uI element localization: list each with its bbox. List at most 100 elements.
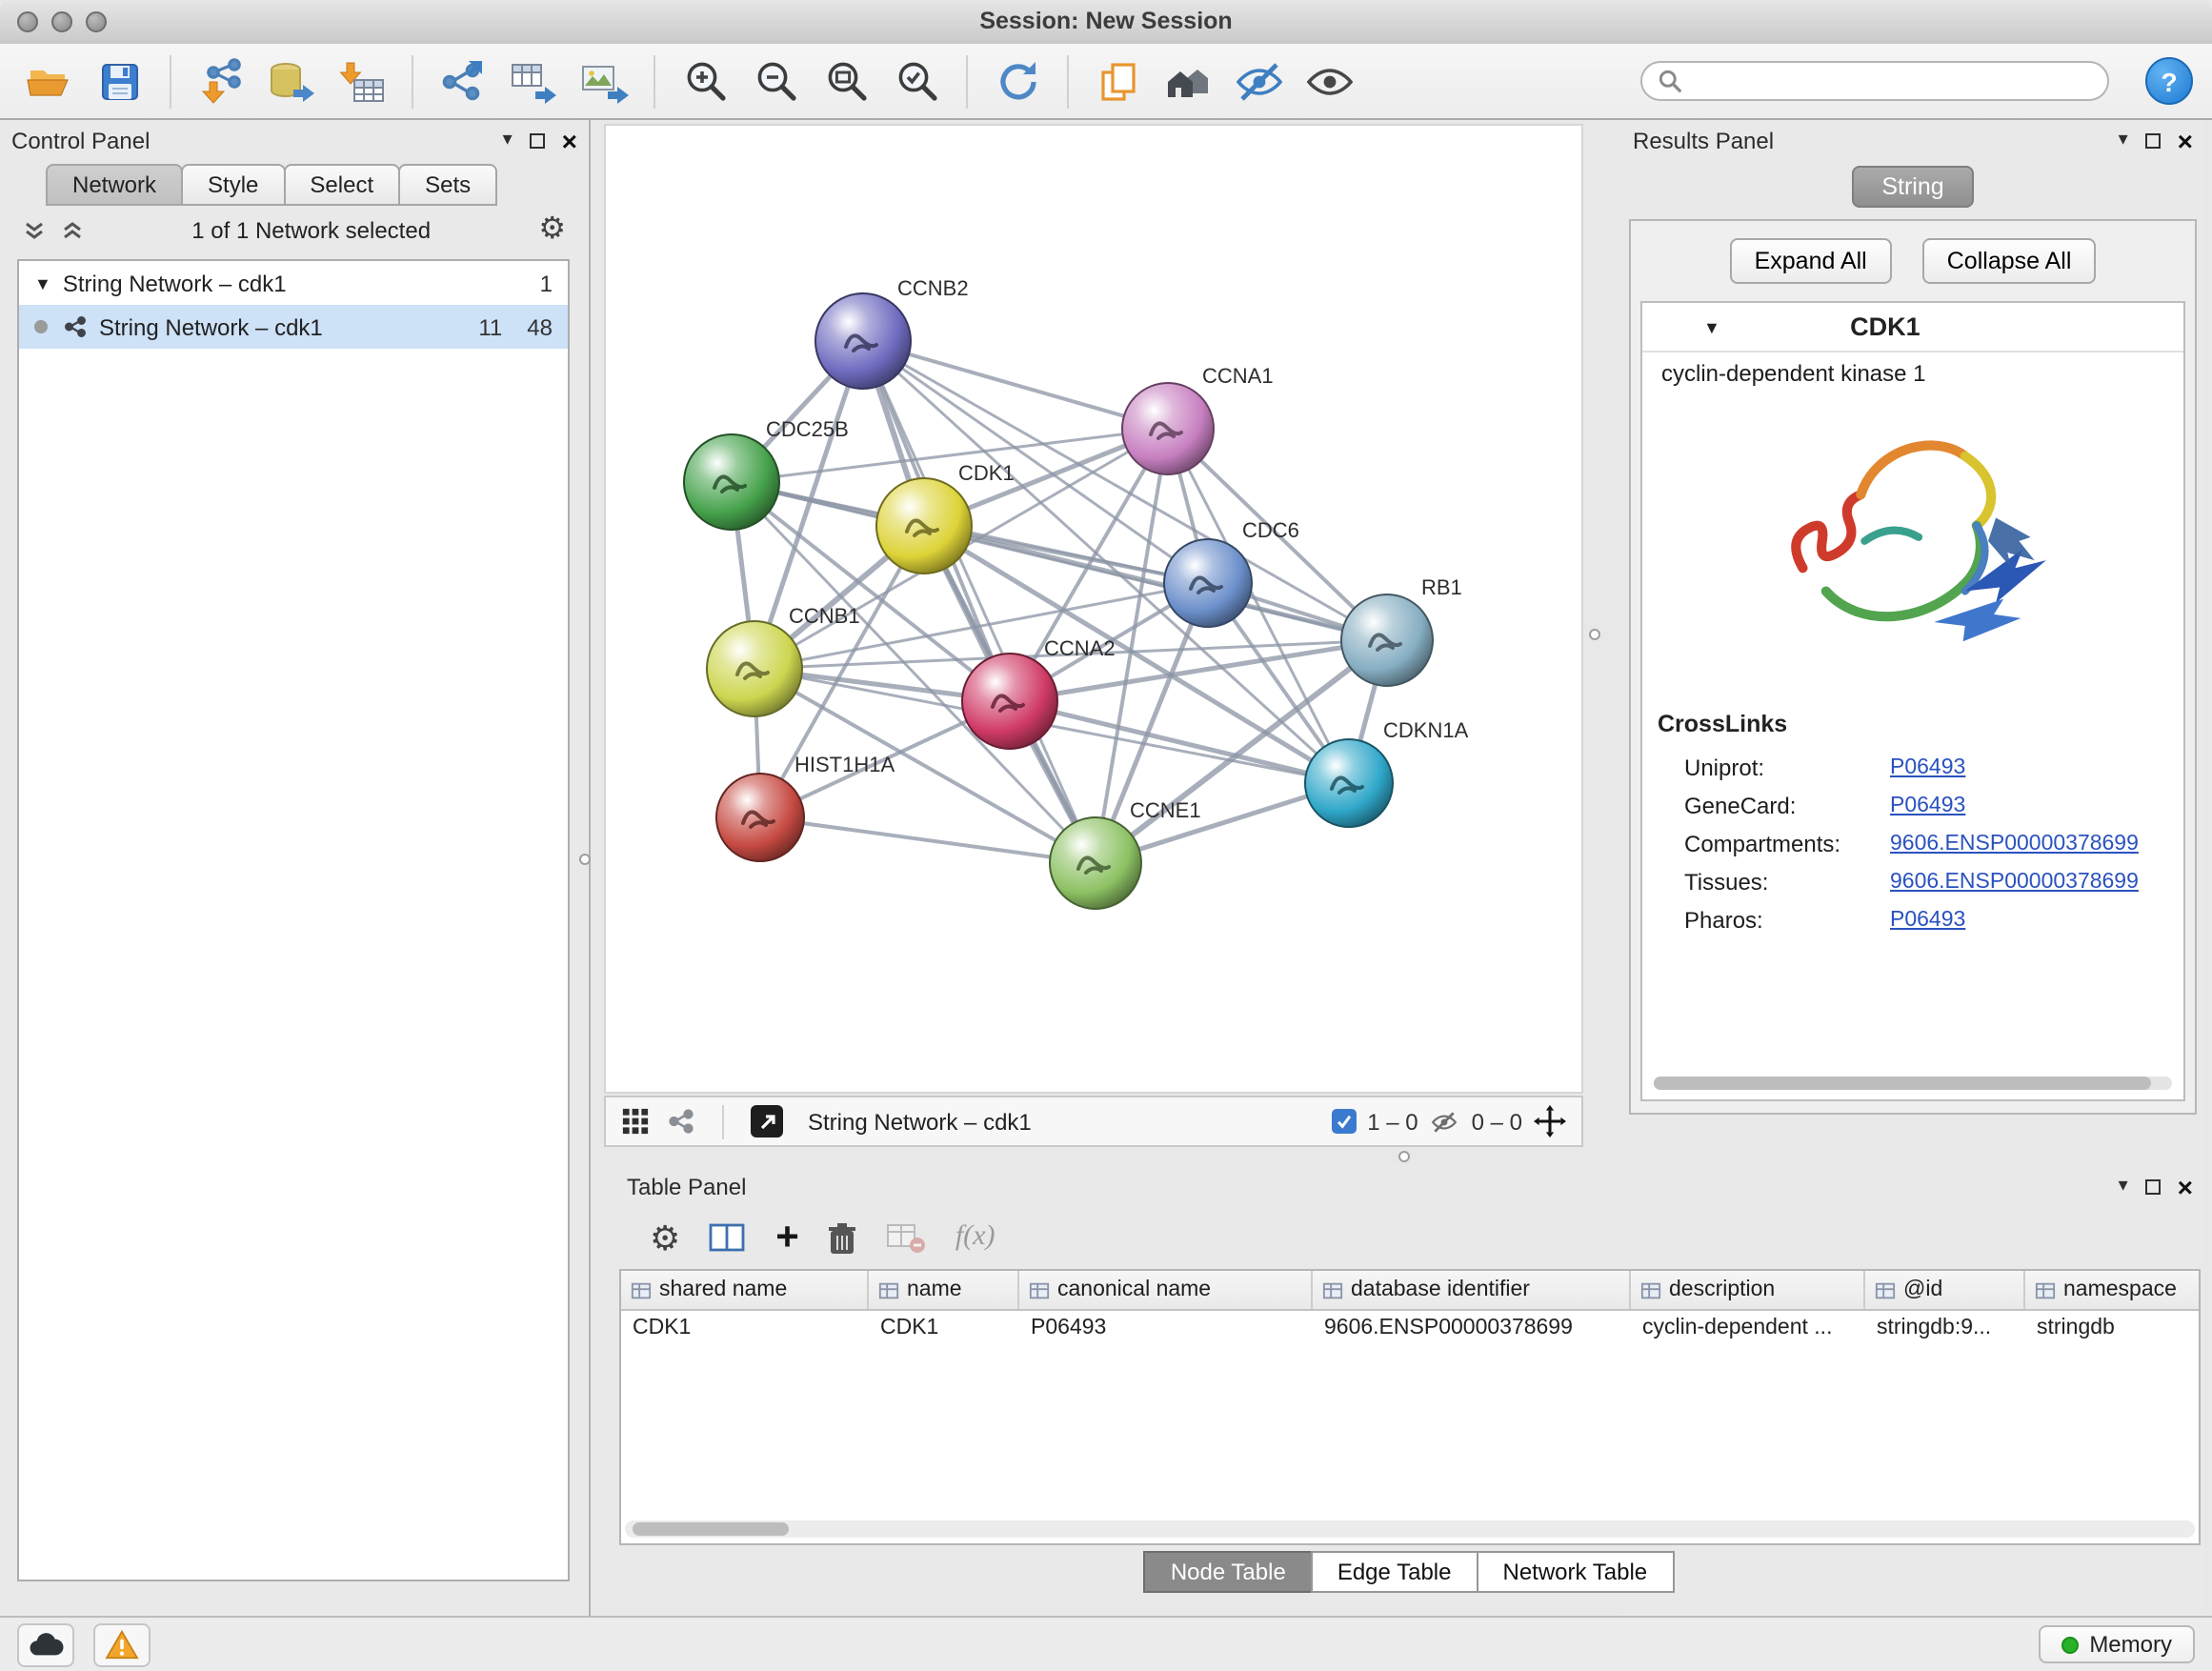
gear-icon[interactable]: ⚙ <box>538 215 566 246</box>
float-panel-icon[interactable]: ▾ <box>2119 131 2128 150</box>
table-export-icon <box>509 56 558 106</box>
hidden-eye-icon[interactable] <box>1430 1108 1460 1135</box>
column-header-database-identifier[interactable]: database identifier <box>1313 1271 1631 1309</box>
tab-network[interactable]: Network <box>46 164 183 206</box>
memory-status-dot-icon <box>2061 1636 2078 1653</box>
float-panel-icon[interactable]: ▾ <box>2119 1177 2128 1196</box>
string-home-button[interactable] <box>1158 50 1219 111</box>
maximize-panel-icon[interactable] <box>530 132 545 148</box>
tab-select[interactable]: Select <box>283 164 400 206</box>
export-image-button[interactable] <box>573 50 634 111</box>
network-collection-row[interactable]: ▼ String Network – cdk1 1 <box>19 261 568 305</box>
splitter-handle[interactable] <box>1398 1151 1410 1162</box>
table-cell[interactable]: stringdb <box>2025 1311 2201 1347</box>
results-panel-title: Results Panel <box>1633 127 1774 153</box>
string-results-box: Expand All Collapse All ▼ CDK1 cyclin-de… <box>1629 219 2197 1115</box>
refresh-button[interactable] <box>987 50 1048 111</box>
collapse-all-icon[interactable] <box>23 219 46 242</box>
protein-ribbon-icon <box>1741 406 2084 695</box>
search-input[interactable] <box>1692 66 2092 96</box>
collapse-triangle-icon[interactable]: ▼ <box>1703 317 1720 336</box>
splitter-handle[interactable] <box>579 854 591 865</box>
close-panel-icon[interactable]: × <box>2178 127 2193 153</box>
open-external-button[interactable] <box>751 1105 783 1137</box>
node-label-ccnb1: CCNB1 <box>789 604 860 628</box>
gene-header[interactable]: ▼ CDK1 <box>1642 303 2183 352</box>
crosslink-label: Uniprot: <box>1684 755 1890 781</box>
maximize-panel-icon[interactable] <box>2145 132 2161 148</box>
network-canvas[interactable]: CCNB2CCNA1CDC25BCDK1CDC6RB1CCNB1CCNA2CDK… <box>604 124 1583 1094</box>
column-header--id[interactable]: @id <box>1865 1271 2025 1309</box>
crosslink-link[interactable]: P06493 <box>1890 909 1965 932</box>
table-cell[interactable]: cyclin-dependent ... <box>1631 1311 1865 1347</box>
crosslink-link[interactable]: 9606.ENSP00000378699 <box>1890 871 2139 894</box>
network-status-bar: String Network – cdk1 1 – 0 0 – 0 <box>604 1096 1583 1147</box>
move-crosshair-icon[interactable] <box>1534 1105 1566 1137</box>
table-cell[interactable]: stringdb:9... <box>1865 1311 2025 1347</box>
column-header-canonical-name[interactable]: canonical name <box>1019 1271 1313 1309</box>
open-session-button[interactable] <box>19 50 80 111</box>
maximize-panel-icon[interactable] <box>2145 1178 2161 1194</box>
show-columns-icon[interactable] <box>709 1220 747 1255</box>
import-table-button[interactable] <box>332 50 392 111</box>
zoom-selected-button[interactable] <box>886 50 947 111</box>
zoom-fit-button[interactable] <box>815 50 876 111</box>
table-cell[interactable]: P06493 <box>1019 1311 1313 1347</box>
crosslink-link[interactable]: P06493 <box>1890 756 1965 779</box>
crosslink-link[interactable]: 9606.ENSP00000378699 <box>1890 833 2139 856</box>
close-panel-icon[interactable]: × <box>562 127 577 153</box>
help-button[interactable]: ? <box>2145 57 2193 105</box>
tab-string[interactable]: String <box>1851 166 1974 208</box>
expand-all-button[interactable]: Expand All <box>1730 238 1892 284</box>
delete-column-trash-icon[interactable] <box>828 1220 858 1255</box>
crosslinks-rows: Uniprot:P06493GeneCard:P06493Compartment… <box>1658 749 2168 939</box>
crosslink-link[interactable]: P06493 <box>1890 795 1965 817</box>
zoom-out-button[interactable] <box>745 50 806 111</box>
selected-checkbox-icon[interactable] <box>1331 1109 1356 1134</box>
table-cell[interactable]: CDK1 <box>621 1311 869 1347</box>
expand-all-icon[interactable] <box>61 219 84 242</box>
import-network-database-button[interactable] <box>261 50 322 111</box>
tab-network-table[interactable]: Network Table <box>1477 1551 1675 1593</box>
close-panel-icon[interactable]: × <box>2178 1173 2193 1199</box>
import-network-file-button[interactable] <box>191 50 251 111</box>
float-panel-icon[interactable]: ▾ <box>503 131 513 150</box>
cloud-button[interactable] <box>17 1622 74 1666</box>
memory-button[interactable]: Memory <box>2038 1625 2195 1663</box>
column-header-shared-name[interactable]: shared name <box>621 1271 869 1309</box>
tab-sets[interactable]: Sets <box>398 164 497 206</box>
create-column-plus-icon[interactable]: + <box>775 1218 799 1258</box>
tab-edge-table[interactable]: Edge Table <box>1311 1551 1478 1593</box>
collapse-triangle-icon[interactable]: ▼ <box>34 273 51 292</box>
splitter-handle[interactable] <box>1589 629 1600 640</box>
table-cell[interactable]: CDK1 <box>869 1311 1019 1347</box>
network-small-icon[interactable] <box>667 1107 695 1136</box>
tab-node-table[interactable]: Node Table <box>1144 1551 1313 1593</box>
clone-network-button[interactable] <box>1088 50 1149 111</box>
hide-unselected-button[interactable] <box>1229 50 1290 111</box>
column-header-description[interactable]: description <box>1631 1271 1865 1309</box>
houses-icon <box>1164 58 1214 104</box>
table-horizontal-scrollbar[interactable] <box>625 1520 2195 1538</box>
tab-style[interactable]: Style <box>181 164 285 206</box>
show-all-button[interactable] <box>1299 50 1360 111</box>
edge-ccnb2-ccne1[interactable] <box>863 341 1096 863</box>
table-cell[interactable]: 9606.ENSP00000378699 <box>1313 1311 1631 1347</box>
export-table-button[interactable] <box>503 50 564 111</box>
new-network-from-selection-button[interactable] <box>432 50 493 111</box>
column-header-namespace[interactable]: namespace <box>2025 1271 2201 1309</box>
results-horizontal-scrollbar[interactable] <box>1654 1077 2172 1090</box>
window-title: Session: New Session <box>0 8 2212 34</box>
table-settings-gear-icon[interactable]: ⚙ <box>650 1220 680 1255</box>
network-state-dot-icon <box>34 320 48 333</box>
main-toolbar: ? <box>0 44 2212 120</box>
edge-hist1h1a-ccne1[interactable] <box>760 817 1096 863</box>
column-header-name[interactable]: name <box>869 1271 1019 1309</box>
warning-button[interactable] <box>93 1622 151 1666</box>
collapse-all-button[interactable]: Collapse All <box>1922 238 2097 284</box>
save-session-button[interactable] <box>90 50 151 111</box>
network-row-selected[interactable]: String Network – cdk1 11 48 <box>19 305 568 349</box>
function-builder-icon[interactable]: f(x) <box>955 1221 995 1254</box>
birdseye-grid-icon[interactable] <box>621 1107 650 1136</box>
zoom-in-button[interactable] <box>674 50 735 111</box>
